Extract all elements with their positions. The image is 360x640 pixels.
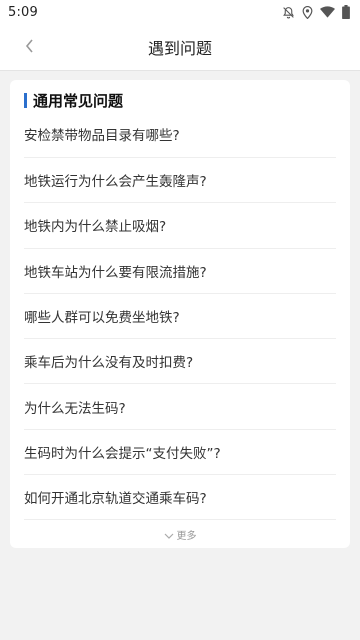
chevron-left-icon — [25, 38, 35, 57]
faq-item[interactable]: 安检禁带物品目录有哪些? — [24, 116, 336, 158]
faq-item[interactable]: 为什么无法生码? — [24, 384, 336, 430]
faq-item[interactable]: 生码时为什么会提示“支付失败”? — [24, 430, 336, 476]
faq-item[interactable]: 地铁运行为什么会产生轰隆声? — [24, 158, 336, 204]
faq-card: 通用常见问题 安检禁带物品目录有哪些? 地铁运行为什么会产生轰隆声? 地铁内为什… — [10, 80, 350, 549]
back-button[interactable] — [12, 24, 48, 70]
status-icons — [282, 5, 350, 19]
status-bar: 5:09 — [0, 0, 360, 24]
app-header: 遇到问题 — [0, 24, 360, 71]
more-label: 更多 — [176, 530, 197, 542]
faq-item[interactable]: 地铁内为什么禁止吸烟? — [24, 203, 336, 249]
notifications-off-icon — [282, 6, 295, 19]
faq-item[interactable]: 如何开通北京轨道交通乘车码? — [24, 475, 336, 521]
location-icon — [302, 5, 313, 19]
faq-item[interactable]: 乘车后为什么没有及时扣费? — [24, 339, 336, 385]
more-button[interactable]: 更多 — [24, 520, 336, 548]
battery-icon — [342, 5, 350, 19]
faq-list: 安检禁带物品目录有哪些? 地铁运行为什么会产生轰隆声? 地铁内为什么禁止吸烟? … — [24, 116, 336, 521]
page-title: 遇到问题 — [147, 39, 212, 58]
wifi-icon — [320, 6, 335, 18]
faq-item[interactable]: 哪些人群可以免费坐地铁? — [24, 294, 336, 340]
chevron-down-icon — [164, 525, 174, 544]
section-title: 通用常见问题 — [33, 91, 124, 110]
faq-item[interactable]: 地铁车站为什么要有限流措施? — [24, 249, 336, 294]
faq-section-header: 通用常见问题 — [24, 80, 336, 116]
status-time: 5:09 — [8, 4, 38, 20]
section-accent-bar — [24, 92, 27, 108]
